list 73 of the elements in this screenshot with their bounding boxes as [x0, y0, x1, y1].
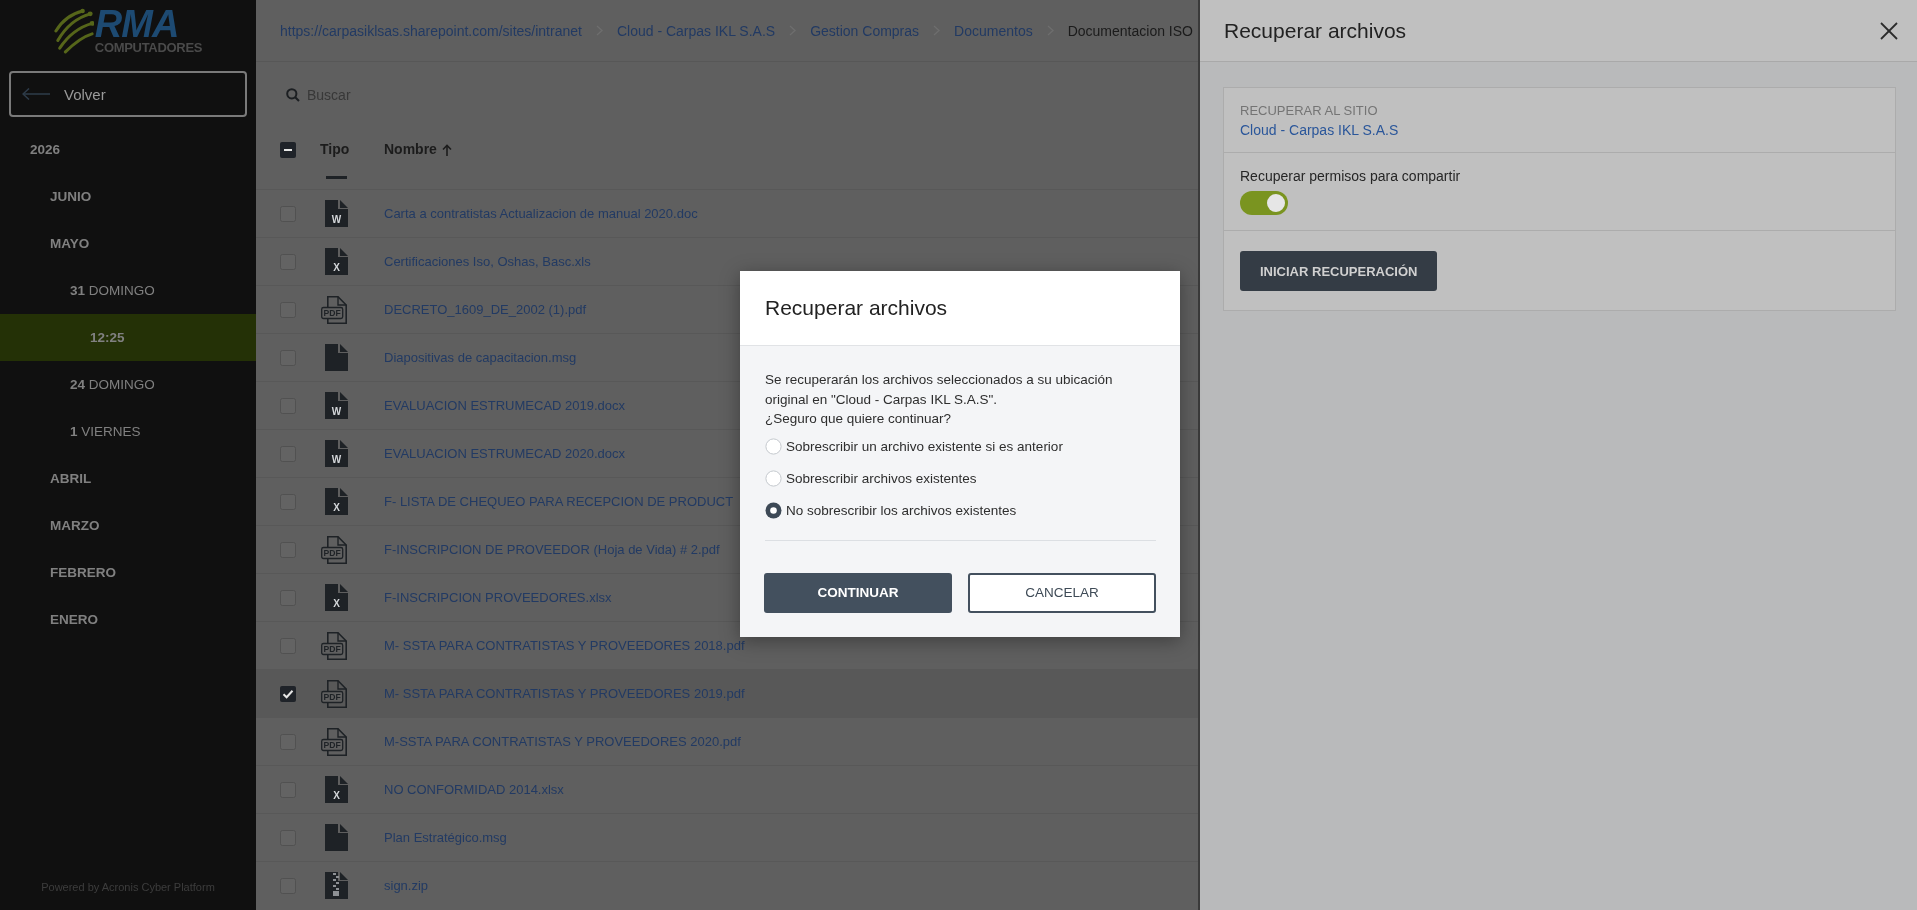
file-link[interactable]: Diapositivas de capacitacion.msg [384, 351, 577, 364]
file-link[interactable]: EVALUACION ESTRUMECAD 2019.docx [384, 399, 626, 412]
primary-button[interactable]: CONTINUAR [764, 572, 952, 613]
select-all-checkbox[interactable] [280, 142, 296, 158]
file-icon [325, 824, 348, 851]
file-link[interactable]: F- LISTA DE CHEQUEO PARA RECEPCION DE PRODUCT [384, 495, 734, 508]
column-header[interactable]: Nombre [384, 141, 452, 158]
secondary-button[interactable]: CANCELAR [968, 572, 1156, 613]
file-icon [325, 344, 348, 371]
radio-icon[interactable] [765, 438, 782, 455]
file-link[interactable]: F-INSCRIPCION DE PROVEEDOR (Hoja de Vida) # 2.pdf [384, 543, 720, 556]
file-link[interactable]: NO CONFORMIDAD 2014.xlsx [384, 783, 564, 796]
x-file-icon: X [325, 488, 348, 515]
column-header[interactable]: Tipo [320, 141, 350, 158]
file-link[interactable]: DECRETO_1609_DE_2002 (1).pdf [384, 303, 587, 316]
dialog-title: Recuperar archivos [765, 296, 948, 320]
tree-item[interactable]: 1 VIERNES [0, 408, 256, 455]
radio-option[interactable]: Sobrescribir un archivo existente si es anterior [765, 430, 1063, 463]
breadcrumb-link[interactable]: Gestion Compras [810, 22, 920, 39]
x-file-icon: X [325, 248, 348, 275]
w-file-icon: W [325, 200, 348, 227]
file-link[interactable]: M- SSTA PARA CONTRATISTAS Y PROVEEDORES 2018.pdf [384, 639, 745, 652]
search-icon [286, 88, 300, 102]
breadcrumb-link[interactable]: Documentos [954, 22, 1033, 39]
close-icon [1880, 21, 1898, 40]
file-row[interactable]: W Carta a contratistas Actualizacion de manual 2020.doc [256, 189, 1198, 237]
short-bar-mark [326, 176, 347, 179]
section-label: RECUPERAR AL SITIO [1240, 102, 1378, 120]
close-button[interactable] [1880, 21, 1898, 40]
panel-title: Recuperar archivos [1224, 18, 1407, 43]
breadcrumb-current: Documentacion ISO [1067, 22, 1193, 39]
start-recovery-button[interactable]: INICIAR RECUPERACIÓN [1240, 251, 1438, 291]
tree-item[interactable]: 24 DOMINGO [0, 361, 256, 408]
w-file-icon: W [325, 392, 348, 419]
file-link[interactable]: EVALUACION ESTRUMECAD 2020.docx [384, 447, 626, 460]
tree-item[interactable]: 2026 [0, 126, 256, 173]
tree-item[interactable]: 12:25 [0, 314, 256, 361]
logo-subtitle: COMPUTADORES [94, 39, 203, 55]
file-row[interactable]: sign.zip [256, 861, 1198, 909]
toggle-label: Recuperar permisos para compartir [1240, 167, 1461, 186]
file-row[interactable]: Plan Estratégico.msg [256, 813, 1198, 861]
file-link[interactable]: F-INSCRIPCION PROVEEDORES.xlsx [384, 591, 612, 604]
x-file-icon: X [325, 776, 348, 803]
tree-item[interactable]: FEBRERO [0, 549, 256, 596]
zipper-file-icon [325, 872, 348, 899]
radio-option[interactable]: No sobrescribir los archivos existentes [765, 494, 1017, 527]
file-row[interactable]: PDF M-SSTA PARA CONTRATISTAS Y PROVEEDORES 2020.pdf [256, 717, 1198, 765]
toggle-switch[interactable] [1240, 191, 1288, 215]
dialog-question: ¿Seguro que quiere continuar? [765, 410, 953, 428]
tree-item[interactable]: JUNIO [0, 173, 256, 220]
file-row[interactable]: X NO CONFORMIDAD 2014.xlsx [256, 765, 1198, 813]
row-checkbox[interactable] [280, 685, 296, 702]
logo-text: RMA [94, 7, 179, 40]
file-link[interactable]: sign.zip [384, 879, 429, 892]
tree-item[interactable]: MAYO [0, 220, 256, 267]
radio-icon[interactable] [765, 502, 782, 519]
tree-item[interactable]: ABRIL [0, 455, 256, 502]
site-link[interactable]: Cloud - Carpas IKL S.A.S [1240, 120, 1399, 140]
breadcrumb-link[interactable]: https://carpasiklsas.sharepoint.com/sites/intranet [280, 22, 582, 39]
file-link[interactable]: Certificaciones Iso, Oshas, Basc.xls [384, 255, 591, 268]
x-file-icon: X [325, 584, 348, 611]
tree-item[interactable]: MARZO [0, 502, 256, 549]
file-link[interactable]: Carta a contratistas Actualizacion de manual 2020.doc [384, 207, 698, 220]
back-button[interactable]: Volver [9, 71, 247, 117]
file-link[interactable]: Plan Estratégico.msg [384, 831, 507, 844]
arrow-left-icon [22, 88, 50, 100]
w-file-icon: W [325, 440, 348, 467]
logo-swoosh-icon [53, 8, 94, 54]
tree-item[interactable]: 31 DOMINGO [0, 267, 256, 314]
radio-icon[interactable] [765, 470, 782, 487]
breadcrumb-link[interactable]: Cloud - Carpas IKL S.A.S [616, 22, 776, 39]
tree-item[interactable]: ENERO [0, 596, 256, 643]
file-link[interactable]: M-SSTA PARA CONTRATISTAS Y PROVEEDORES 2020.pdf [384, 735, 741, 748]
